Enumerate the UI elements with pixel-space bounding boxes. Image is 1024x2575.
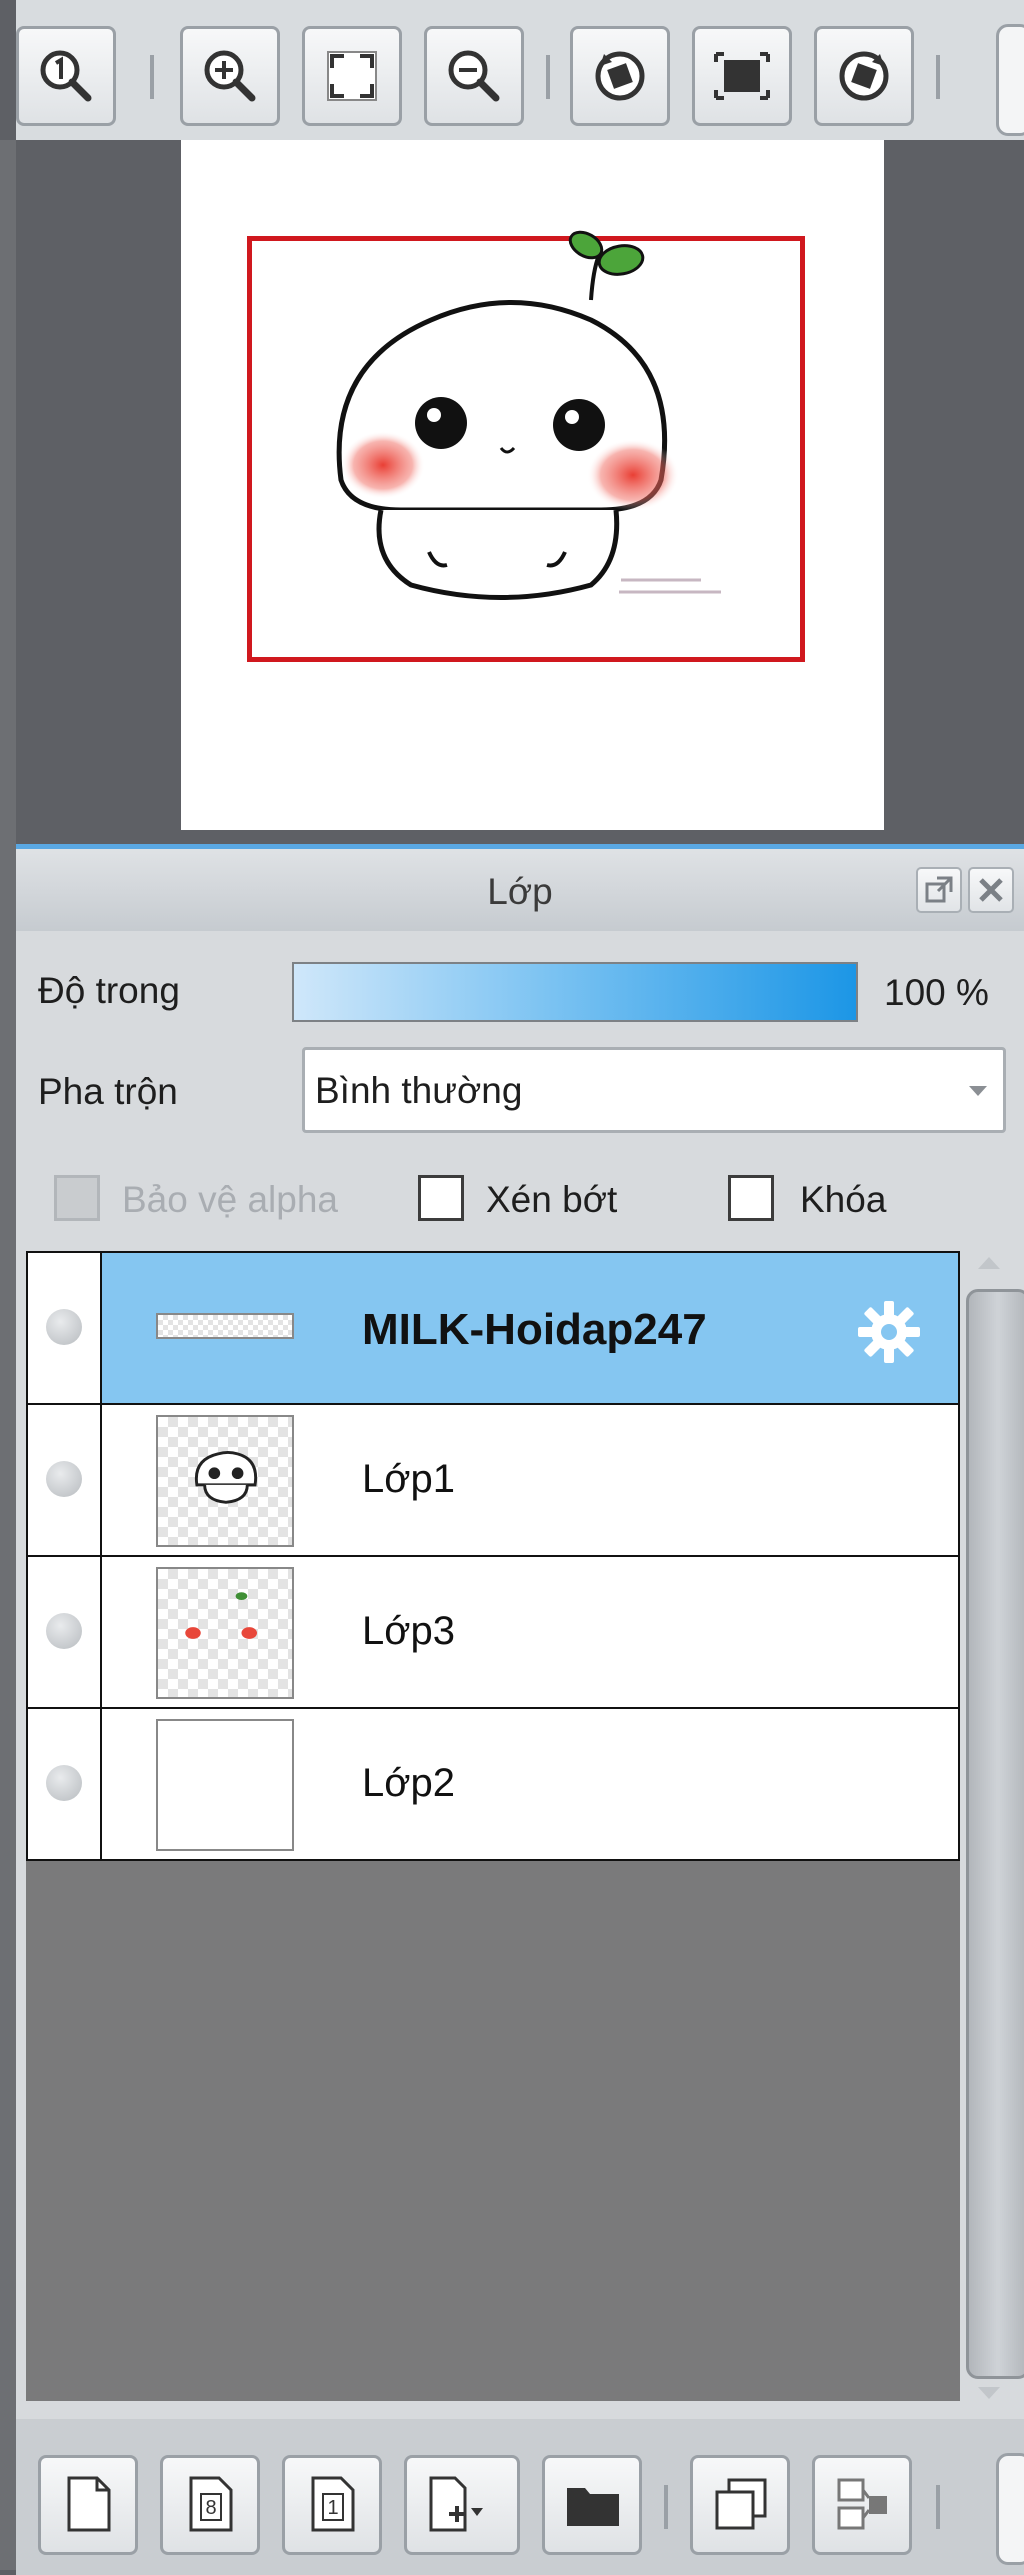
zoom-actual-size-icon (40, 50, 92, 102)
rotate-right-icon (839, 51, 889, 101)
layer-row[interactable]: MILK-Hoidap247 (26, 1251, 960, 1405)
clipping-label: Xén bớt (486, 1179, 618, 1220)
new-layer-button[interactable] (38, 2455, 138, 2555)
visibility-toggle[interactable] (46, 1765, 82, 1801)
undock-panel-button[interactable] (916, 867, 962, 913)
add-layer-menu-button[interactable] (404, 2455, 520, 2555)
layer-thumbnail (156, 1313, 294, 1339)
reset-view-icon (714, 52, 770, 100)
layer-row[interactable]: Lớp2 (26, 1707, 960, 1861)
layer-visibility-cell (28, 1253, 102, 1403)
lock-checkbox[interactable] (728, 1175, 774, 1221)
merge-down-button[interactable] (812, 2455, 912, 2555)
blend-mode-select[interactable]: Bình thường (302, 1047, 1006, 1133)
layer-toolbar: 8 1 (16, 2419, 1024, 2575)
toolbar-overflow-handle[interactable] (996, 2453, 1024, 2565)
panel-dock-edge (0, 140, 16, 2570)
opacity-slider[interactable] (292, 962, 858, 1022)
layer-name: Lớp2 (362, 1761, 455, 1805)
visibility-toggle[interactable] (46, 1461, 82, 1497)
rotate-left-button[interactable] (570, 26, 670, 126)
rotate-right-button[interactable] (814, 26, 914, 126)
fit-to-window-button[interactable] (302, 26, 402, 126)
layer-visibility-cell (28, 1557, 102, 1707)
face-thumbnail-art (194, 1450, 258, 1504)
toolbar-separator (546, 55, 550, 99)
zoom-in-icon (204, 50, 256, 102)
gear-icon[interactable] (854, 1297, 924, 1367)
layer-list[interactable]: MILK-Hoidap247 Lớp1 Lớp3 Lớp2 (26, 1251, 960, 2401)
zoom-out-button[interactable] (424, 26, 524, 126)
panel-header[interactable]: Lớp (16, 849, 1024, 931)
toolbar-separator (936, 2485, 940, 2529)
layer-name: Lớp1 (362, 1457, 455, 1501)
close-icon (979, 878, 1003, 902)
protect-alpha-checkbox[interactable] (54, 1175, 100, 1221)
zoom-actual-size-button[interactable] (16, 26, 116, 126)
opacity-value: 100 % (884, 972, 989, 1013)
close-panel-button[interactable] (968, 867, 1014, 913)
toolbar-separator (150, 55, 154, 99)
panel-title: Lớp (487, 871, 553, 912)
add-layer-dropdown-icon (429, 2476, 483, 2532)
chevron-down-icon (969, 1086, 987, 1096)
reset-view-button[interactable] (692, 26, 792, 126)
layer-name: Lớp3 (362, 1609, 455, 1653)
layer-visibility-cell (28, 1709, 102, 1859)
folder-icon (567, 2488, 619, 2526)
visibility-toggle[interactable] (46, 1309, 82, 1345)
clipping-checkbox[interactable] (418, 1175, 464, 1221)
toolbar-separator (664, 2485, 668, 2529)
layer-thumbnail (156, 1719, 294, 1851)
navigator-preview[interactable] (16, 140, 1024, 844)
zoom-in-button[interactable] (180, 26, 280, 126)
layer-list-scrollbar[interactable] (966, 1289, 1024, 2379)
new-8bit-layer-icon: 8 (189, 2476, 233, 2532)
merge-down-icon (837, 2478, 887, 2530)
new-1bit-layer-icon: 1 (311, 2476, 355, 2532)
new-layer-icon (67, 2476, 111, 2532)
new-folder-button[interactable] (542, 2455, 642, 2555)
canvas-artwork (336, 230, 721, 600)
layer-thumbnail (156, 1415, 294, 1547)
opacity-label: Độ trong (38, 970, 180, 1011)
fit-to-window-icon (327, 51, 377, 101)
layer-row[interactable]: Lớp3 (26, 1555, 960, 1709)
blush-thumbnail-art (185, 1592, 257, 1639)
svg-text:1: 1 (327, 2497, 338, 2519)
rotate-left-icon (595, 51, 645, 101)
blend-mode-label: Pha trộn (38, 1071, 178, 1112)
new-1bit-layer-button[interactable]: 1 (282, 2455, 382, 2555)
layer-thumbnail (156, 1567, 294, 1699)
layer-visibility-cell (28, 1405, 102, 1555)
visibility-toggle[interactable] (46, 1613, 82, 1649)
protect-alpha-label: Bảo vệ alpha (122, 1179, 339, 1220)
canvas-thumbnail (181, 140, 884, 830)
navigator-toolbar (16, 0, 1024, 140)
popout-icon (925, 876, 953, 903)
zoom-out-icon (448, 50, 500, 102)
toolbar-separator (936, 55, 940, 99)
duplicate-layer-button[interactable] (690, 2455, 790, 2555)
scroll-up-arrow[interactable] (978, 1257, 1000, 1269)
toolbar-overflow-handle[interactable] (996, 24, 1024, 136)
duplicate-layer-icon (715, 2478, 767, 2530)
blend-mode-value: Bình thường (315, 1070, 523, 1111)
layer-panel: Lớp Độ trong 100 % Pha trộn Bình thường … (16, 844, 1024, 2575)
svg-text:8: 8 (205, 2497, 216, 2519)
layer-row[interactable]: Lớp1 (26, 1403, 960, 1557)
lock-label: Khóa (800, 1179, 887, 1220)
layer-name: MILK-Hoidap247 (362, 1305, 707, 1354)
scroll-down-arrow[interactable] (978, 2387, 1000, 2399)
new-8bit-layer-button[interactable]: 8 (160, 2455, 260, 2555)
